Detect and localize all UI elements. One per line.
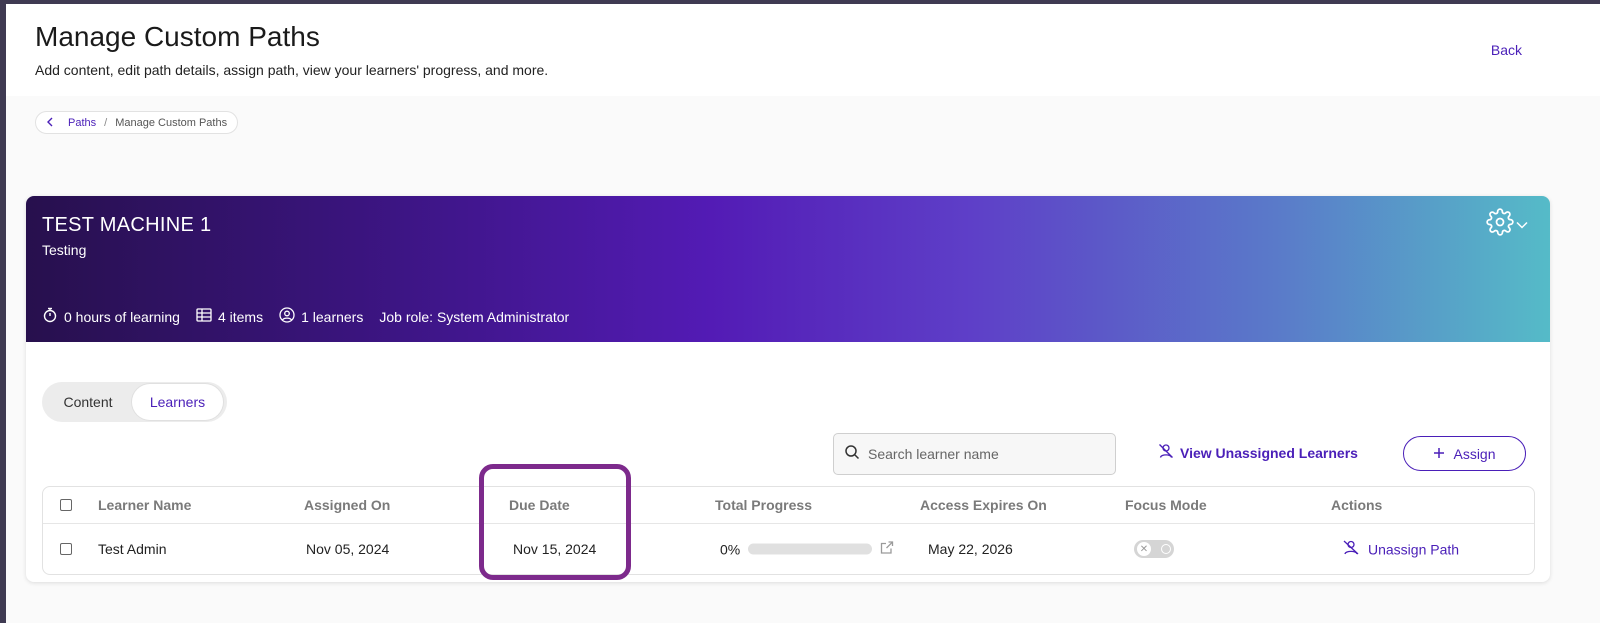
col-due-date[interactable]: Due Date [509,497,570,513]
meta-job-role-label: Job role: System Administrator [379,308,570,325]
table-row: Test Admin Nov 05, 2024 Nov 15, 2024 0% … [43,524,1534,574]
row-checkbox-cell [60,543,72,555]
select-all-checkbox[interactable] [60,499,72,511]
select-all-checkbox-cell [60,499,72,511]
path-banner: TEST MACHINE 1 Testing 0 hours of learni… [26,196,1550,342]
user-circle-icon [279,307,295,326]
focus-mode-toggle[interactable]: ✕ [1134,540,1174,558]
page-title: Manage Custom Paths [35,21,320,52]
access-expires-on: May 22, 2026 [928,541,1013,557]
view-tabs: Content Learners [42,382,227,422]
toggle-off-x-icon: ✕ [1137,542,1151,556]
chevron-left-icon[interactable] [46,116,54,130]
col-actions: Actions [1331,497,1383,513]
unassign-path-label: Unassign Path [1368,541,1460,557]
path-card: TEST MACHINE 1 Testing 0 hours of learni… [26,196,1550,582]
search-input[interactable] [868,446,1098,462]
breadcrumb-paths-link[interactable]: Paths [68,117,96,129]
meta-items: 4 items [196,308,263,325]
meta-learners: 1 learners [279,307,363,326]
col-assigned-on[interactable]: Assigned On [304,497,390,513]
meta-items-label: 4 items [217,308,264,325]
assigned-on: Nov 05, 2024 [306,541,390,557]
meta-hours-label: 0 hours of learning [64,308,180,325]
col-focus-mode: Focus Mode [1125,497,1207,513]
assign-label: Assign [1453,445,1496,462]
learner-name: Test Admin [98,541,167,557]
page-header: Manage Custom Paths Add content, edit pa… [6,4,1600,96]
view-unassigned-learners-button[interactable]: View Unassigned Learners [1158,443,1358,462]
page-subtitle: Add content, edit path details, assign p… [35,62,549,78]
unassign-path-button[interactable]: Unassign Path [1342,540,1459,559]
meta-job-role: Job role: System Administrator [379,309,569,325]
total-progress: 0% [720,541,894,558]
table-header: Learner Name Assigned On Due Date Total … [43,487,1534,524]
row-checkbox[interactable] [60,543,72,555]
stopwatch-icon [42,307,58,326]
gear-icon [1486,208,1514,241]
user-off-icon [1342,540,1360,559]
external-link-icon[interactable] [880,541,894,558]
learner-search [833,433,1116,475]
col-learner-name[interactable]: Learner Name [98,497,191,513]
table-icon [196,308,212,325]
settings-menu-button[interactable] [1486,208,1528,241]
app-window: Manage Custom Paths Add content, edit pa… [6,4,1600,623]
toggle-circle-icon [1161,544,1171,554]
path-name: TEST MACHINE 1 [42,214,212,236]
meta-learners-label: 1 learners [301,308,364,325]
breadcrumb-current: Manage Custom Paths [115,116,228,129]
learners-table: Learner Name Assigned On Due Date Total … [42,486,1535,575]
breadcrumb-separator: / [104,116,108,129]
meta-hours: 0 hours of learning [42,307,180,326]
col-access-expires-on[interactable]: Access Expires On [920,497,1047,513]
due-date[interactable]: Nov 15, 2024 [513,541,596,557]
back-link[interactable]: Back [1491,42,1522,58]
path-description: Testing [42,242,87,258]
progress-bar [748,543,873,555]
search-icon [844,444,860,465]
col-total-progress[interactable]: Total Progress [715,497,812,513]
user-off-icon [1158,443,1174,462]
tab-learners[interactable]: Learners [132,384,223,420]
progress-percent: 0% [720,541,741,557]
tab-content[interactable]: Content [44,384,132,420]
chevron-down-icon [1516,216,1528,234]
focus-mode-toggle-cell: ✕ [1134,540,1174,558]
assign-button[interactable]: Assign [1403,436,1526,471]
path-meta: 0 hours of learning 4 items 1 learners J… [42,307,585,326]
view-unassigned-label: View Unassigned Learners [1180,444,1358,461]
plus-icon [1433,446,1445,462]
breadcrumb: Paths / Manage Custom Paths [35,111,239,134]
